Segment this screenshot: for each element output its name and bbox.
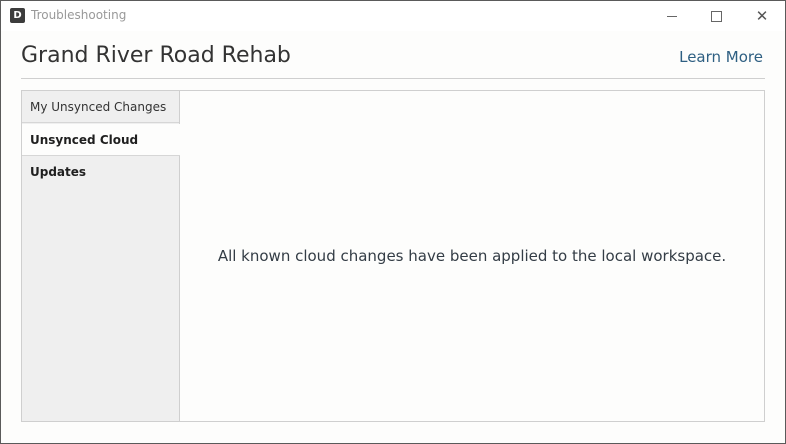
troubleshooting-panel: My Unsynced Changes Unsynced Cloud Updat… xyxy=(21,90,765,422)
app-logo-icon: D xyxy=(10,8,25,23)
header-divider xyxy=(21,78,765,79)
content-area: All known cloud changes have been applie… xyxy=(180,91,764,421)
status-message: All known cloud changes have been applie… xyxy=(217,247,727,265)
sidebar-item-my-unsynced-changes[interactable]: My Unsynced Changes xyxy=(22,91,179,123)
minimize-button[interactable] xyxy=(649,1,695,31)
maximize-icon xyxy=(710,10,722,22)
window-title: Troubleshooting xyxy=(31,8,127,22)
sidebar: My Unsynced Changes Unsynced Cloud Updat… xyxy=(22,91,180,421)
maximize-button[interactable] xyxy=(693,1,739,31)
close-icon: ✕ xyxy=(755,6,769,25)
close-button[interactable]: ✕ xyxy=(739,1,785,31)
learn-more-link[interactable]: Learn More xyxy=(679,48,763,66)
page-title: Grand River Road Rehab xyxy=(21,43,291,68)
sidebar-item-unsynced-cloud-updates[interactable]: Unsynced Cloud Updates xyxy=(22,124,180,179)
title-bar[interactable]: D Troubleshooting ✕ xyxy=(1,1,785,31)
minimize-icon xyxy=(667,15,677,17)
troubleshooting-window: D Troubleshooting ✕ Grand River Road Reh… xyxy=(0,0,786,444)
